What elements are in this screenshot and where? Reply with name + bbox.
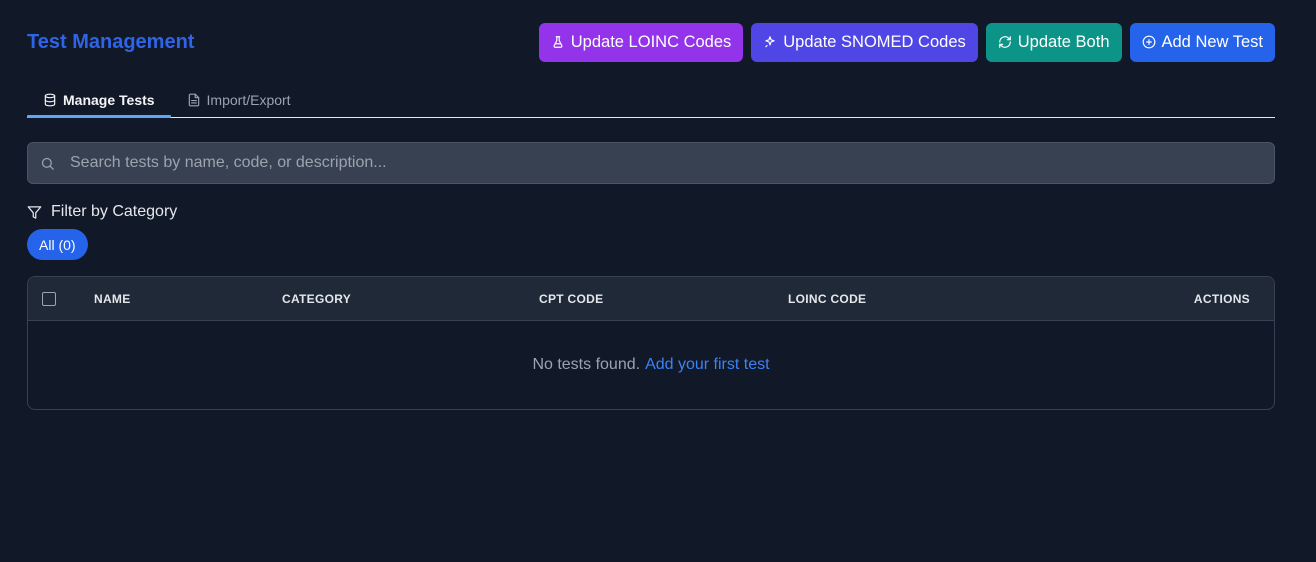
empty-state: No tests found. Add your first test <box>28 321 1274 409</box>
file-text-icon <box>188 93 199 106</box>
update-loinc-button[interactable]: Update LOINC Codes <box>538 22 744 62</box>
tab-manage-tests-label: Manage Tests <box>63 91 155 108</box>
add-new-test-label: Add New Test <box>1161 32 1264 51</box>
empty-state-text: No tests found. <box>532 356 641 373</box>
page-title: Test Management <box>27 30 195 53</box>
table-header: NAME CATEGORY CPT CODE LOINC CODE ACTION… <box>28 277 1274 321</box>
search-box <box>27 142 1275 184</box>
column-header-loinc-code[interactable]: LOINC CODE <box>788 292 866 306</box>
refresh-icon <box>998 36 1011 48</box>
tab-import-export[interactable]: Import/Export <box>171 83 307 116</box>
tab-import-export-label: Import/Export <box>206 91 291 108</box>
update-both-button[interactable]: Update Both <box>985 22 1122 62</box>
category-chips: All (0) <box>27 229 1275 260</box>
add-first-test-link[interactable]: Add your first test <box>645 356 770 374</box>
filter-heading: Filter by Category <box>27 203 1275 221</box>
page-header: Test Management Update LOINC Codes Updat… <box>27 0 1275 84</box>
tab-bar: Manage Tests Import/Export <box>27 84 1275 118</box>
database-icon <box>44 93 56 106</box>
update-snomed-label: Update SNOMED Codes <box>783 32 966 51</box>
search-icon <box>41 157 54 170</box>
filter-icon <box>27 205 42 219</box>
search-input[interactable] <box>68 153 1274 173</box>
update-both-label: Update Both <box>1017 32 1110 51</box>
update-loinc-label: Update LOINC Codes <box>570 32 732 51</box>
column-header-cpt-code[interactable]: CPT CODE <box>539 292 603 306</box>
flask-icon <box>553 36 563 48</box>
tests-table: NAME CATEGORY CPT CODE LOINC CODE ACTION… <box>27 276 1275 410</box>
column-header-category[interactable]: CATEGORY <box>282 292 351 306</box>
filter-label: Filter by Category <box>51 203 178 220</box>
plus-circle-icon <box>1142 35 1155 49</box>
add-new-test-button[interactable]: Add New Test <box>1129 22 1275 62</box>
select-all-checkbox[interactable] <box>42 291 56 306</box>
column-header-name[interactable]: NAME <box>94 292 131 306</box>
test-management-page: Test Management Update LOINC Codes Updat… <box>0 0 1316 562</box>
category-chip-all[interactable]: All (0) <box>27 229 88 260</box>
tab-manage-tests[interactable]: Manage Tests <box>27 83 171 118</box>
sparkle-icon <box>765 36 775 48</box>
update-snomed-button[interactable]: Update SNOMED Codes <box>751 22 978 62</box>
column-header-actions: ACTIONS <box>1193 291 1250 306</box>
header-actions: Update LOINC Codes Update SNOMED Codes U… <box>538 22 1275 62</box>
